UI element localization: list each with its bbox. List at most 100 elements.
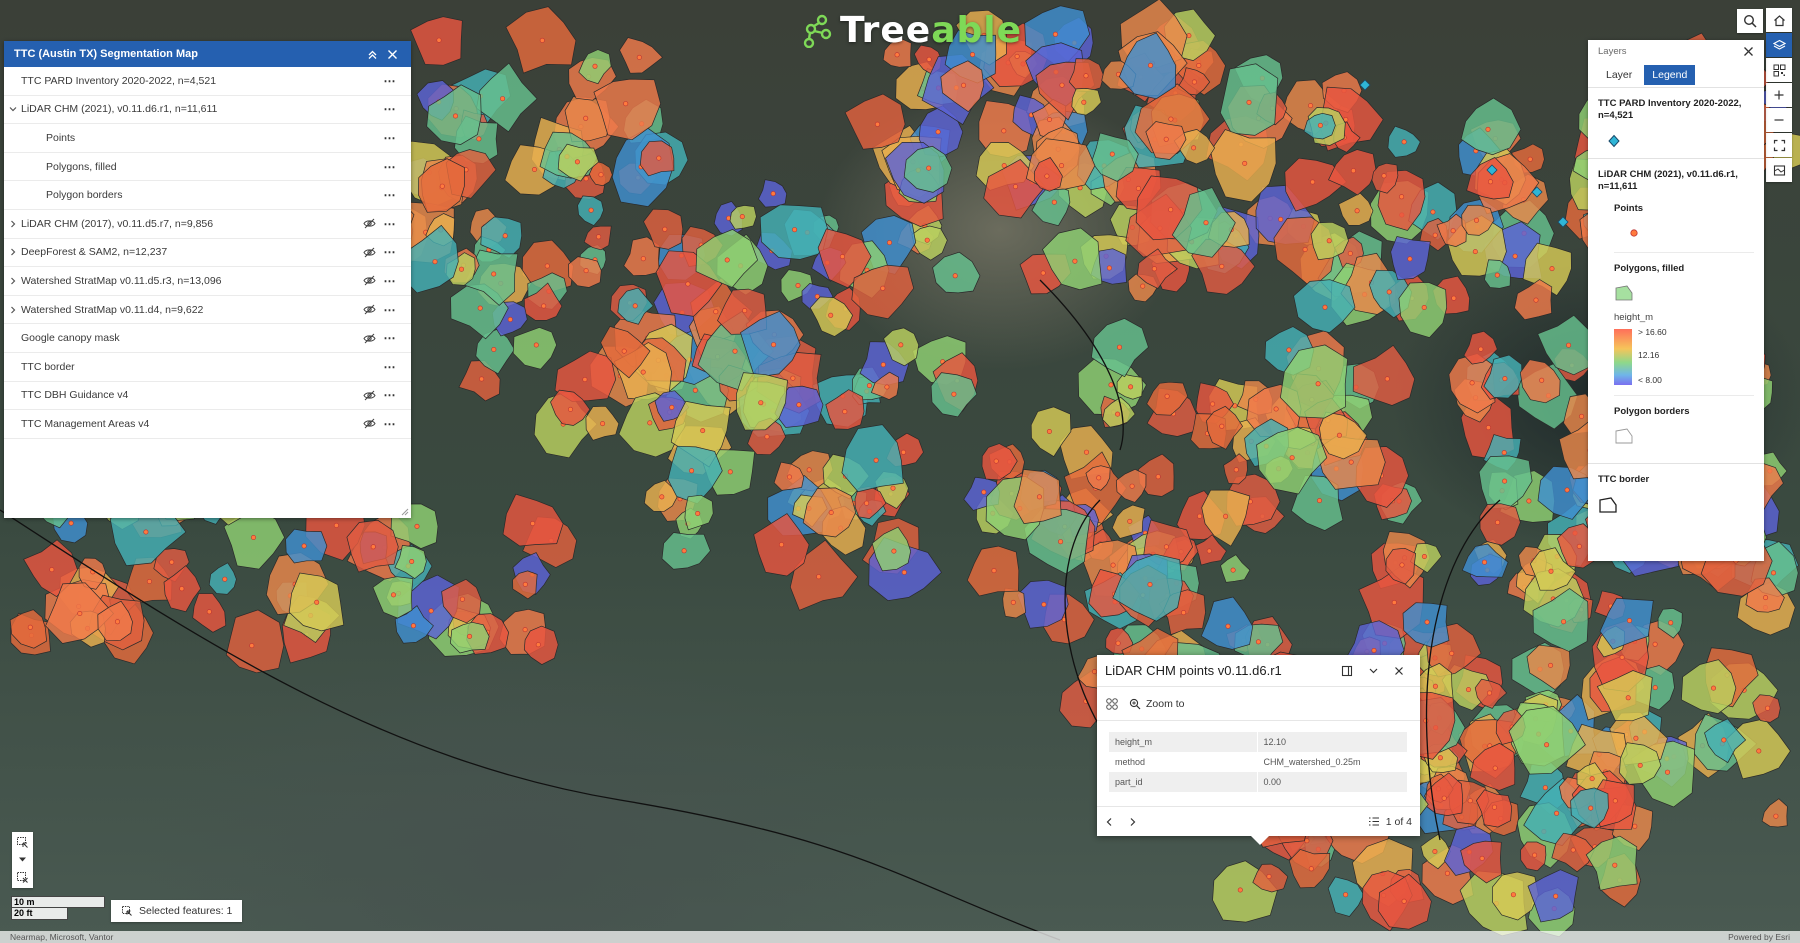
visibility-off-icon[interactable] bbox=[359, 333, 379, 344]
tree-point-marker[interactable] bbox=[1115, 640, 1121, 646]
tree-point-marker[interactable] bbox=[1072, 258, 1078, 264]
tree-point-marker[interactable] bbox=[1407, 256, 1413, 262]
tree-point-marker[interactable] bbox=[961, 82, 967, 88]
tree-point-marker[interactable] bbox=[1084, 449, 1090, 455]
tree-point-marker[interactable] bbox=[1432, 848, 1438, 854]
tree-point-marker[interactable] bbox=[146, 578, 152, 584]
tree-point-marker[interactable] bbox=[1191, 79, 1197, 85]
tree-point-marker[interactable] bbox=[467, 633, 473, 639]
tree-point-marker[interactable] bbox=[1619, 654, 1625, 660]
crown-polygon[interactable] bbox=[932, 251, 981, 294]
crown-polygon[interactable] bbox=[1479, 503, 1521, 546]
tree-point-marker[interactable] bbox=[539, 37, 545, 43]
tree-point-marker[interactable] bbox=[1246, 99, 1252, 105]
tree-point-marker[interactable] bbox=[1432, 232, 1438, 238]
tree-point-marker[interactable] bbox=[1553, 893, 1559, 899]
tree-point-marker[interactable] bbox=[1424, 619, 1430, 625]
tree-point-marker[interactable] bbox=[333, 522, 339, 528]
tree-point-marker[interactable] bbox=[1432, 683, 1438, 689]
tree-point-marker[interactable] bbox=[1632, 823, 1638, 829]
tree-point-marker[interactable] bbox=[1326, 238, 1332, 244]
tree-point-marker[interactable] bbox=[1570, 847, 1576, 853]
tree-point-marker[interactable] bbox=[1579, 413, 1585, 419]
tree-point-marker[interactable] bbox=[1052, 31, 1058, 37]
tree-point-marker[interactable] bbox=[1633, 735, 1639, 741]
tree-point-marker[interactable] bbox=[477, 305, 483, 311]
tree-point-marker[interactable] bbox=[1494, 272, 1500, 278]
tree-point-marker[interactable] bbox=[1399, 562, 1405, 568]
crown-polygon[interactable] bbox=[844, 93, 906, 150]
tree-point-marker[interactable] bbox=[1096, 475, 1102, 481]
tree-point-marker[interactable] bbox=[1771, 570, 1777, 576]
tree-point-marker[interactable] bbox=[1354, 208, 1360, 214]
tree-point-marker[interactable] bbox=[439, 183, 445, 189]
tree-point-marker[interactable] bbox=[1289, 455, 1295, 461]
crown-polygon[interactable] bbox=[667, 445, 723, 505]
tree-point-marker[interactable] bbox=[796, 402, 802, 408]
tree-point-marker[interactable] bbox=[1467, 798, 1473, 804]
layer-item[interactable]: TTC border ⋯ bbox=[4, 353, 411, 382]
tree-point-marker[interactable] bbox=[1469, 380, 1475, 386]
crown-polygon[interactable] bbox=[619, 37, 664, 74]
tree-point-marker[interactable] bbox=[222, 576, 228, 582]
visibility-off-icon[interactable] bbox=[359, 218, 379, 229]
tree-point-marker[interactable] bbox=[27, 624, 33, 630]
chevron-right-icon[interactable] bbox=[4, 277, 21, 285]
tree-point-marker[interactable] bbox=[1474, 217, 1480, 223]
tree-point-marker[interactable] bbox=[1140, 283, 1146, 289]
crown-polygon[interactable] bbox=[1761, 798, 1788, 828]
tree-point-marker[interactable] bbox=[251, 534, 257, 540]
tree-point-marker[interactable] bbox=[1668, 620, 1674, 626]
tree-point-marker[interactable] bbox=[890, 485, 896, 491]
tree-point-marker[interactable] bbox=[1437, 755, 1443, 761]
tree-point-marker[interactable] bbox=[1219, 423, 1225, 429]
tree-point-marker[interactable] bbox=[1401, 139, 1407, 145]
tree-point-marker[interactable] bbox=[1665, 769, 1671, 775]
tree-point-marker[interactable] bbox=[1197, 513, 1203, 519]
tree-point-marker[interactable] bbox=[596, 234, 602, 240]
tree-point-marker[interactable] bbox=[522, 627, 528, 633]
tree-point-marker[interactable] bbox=[179, 586, 185, 592]
tree-point-marker[interactable] bbox=[491, 346, 497, 352]
tree-point-marker[interactable] bbox=[1233, 467, 1239, 473]
tree-point-marker[interactable] bbox=[900, 449, 906, 455]
tree-point-marker[interactable] bbox=[1479, 855, 1485, 861]
tree-point-marker[interactable] bbox=[806, 467, 812, 473]
tree-point-marker[interactable] bbox=[452, 113, 458, 119]
tree-point-marker[interactable] bbox=[1711, 685, 1717, 691]
layer-item[interactable]: Polygons, filled ⋯ bbox=[4, 153, 411, 182]
tree-point-marker[interactable] bbox=[695, 510, 701, 516]
tree-point-marker[interactable] bbox=[1756, 748, 1762, 754]
tree-point-marker[interactable] bbox=[926, 56, 932, 62]
tree-point-marker[interactable] bbox=[1203, 220, 1209, 226]
tree-point-marker[interactable] bbox=[544, 263, 550, 269]
tree-point-marker[interactable] bbox=[1564, 487, 1570, 493]
tree-point-marker[interactable] bbox=[592, 63, 598, 69]
tree-point-marker[interactable] bbox=[479, 376, 485, 382]
tree-point-marker[interactable] bbox=[476, 136, 482, 142]
crown-polygon[interactable] bbox=[841, 424, 904, 493]
crown-polygon[interactable] bbox=[1200, 596, 1254, 650]
tree-point-marker[interactable] bbox=[1472, 249, 1478, 255]
clear-selection-icon[interactable] bbox=[16, 871, 29, 884]
collapse-panel-button[interactable] bbox=[363, 45, 381, 63]
tree-point-marker[interactable] bbox=[1347, 250, 1353, 256]
tree-point-marker[interactable] bbox=[1451, 295, 1457, 301]
tree-point-marker[interactable] bbox=[1302, 247, 1308, 253]
tree-point-marker[interactable] bbox=[1637, 762, 1643, 768]
previous-feature-icon[interactable] bbox=[1105, 817, 1114, 827]
tree-point-marker[interactable] bbox=[1242, 160, 1248, 166]
tree-point-marker[interactable] bbox=[502, 233, 508, 239]
more-options-icon[interactable]: ⋯ bbox=[379, 245, 401, 259]
crown-polygon[interactable] bbox=[1514, 279, 1553, 321]
tree-point-marker[interactable] bbox=[1168, 116, 1174, 122]
tree-point-marker[interactable] bbox=[640, 256, 646, 262]
zoom-in-button[interactable] bbox=[1766, 83, 1792, 107]
tree-point-marker[interactable] bbox=[1399, 194, 1405, 200]
tree-point-marker[interactable] bbox=[700, 428, 706, 434]
tree-point-marker[interactable] bbox=[951, 391, 957, 397]
chevron-right-icon[interactable] bbox=[4, 220, 21, 228]
tree-point-marker[interactable] bbox=[410, 623, 416, 629]
tree-point-marker[interactable] bbox=[414, 523, 420, 529]
tree-point-marker[interactable] bbox=[724, 257, 730, 263]
